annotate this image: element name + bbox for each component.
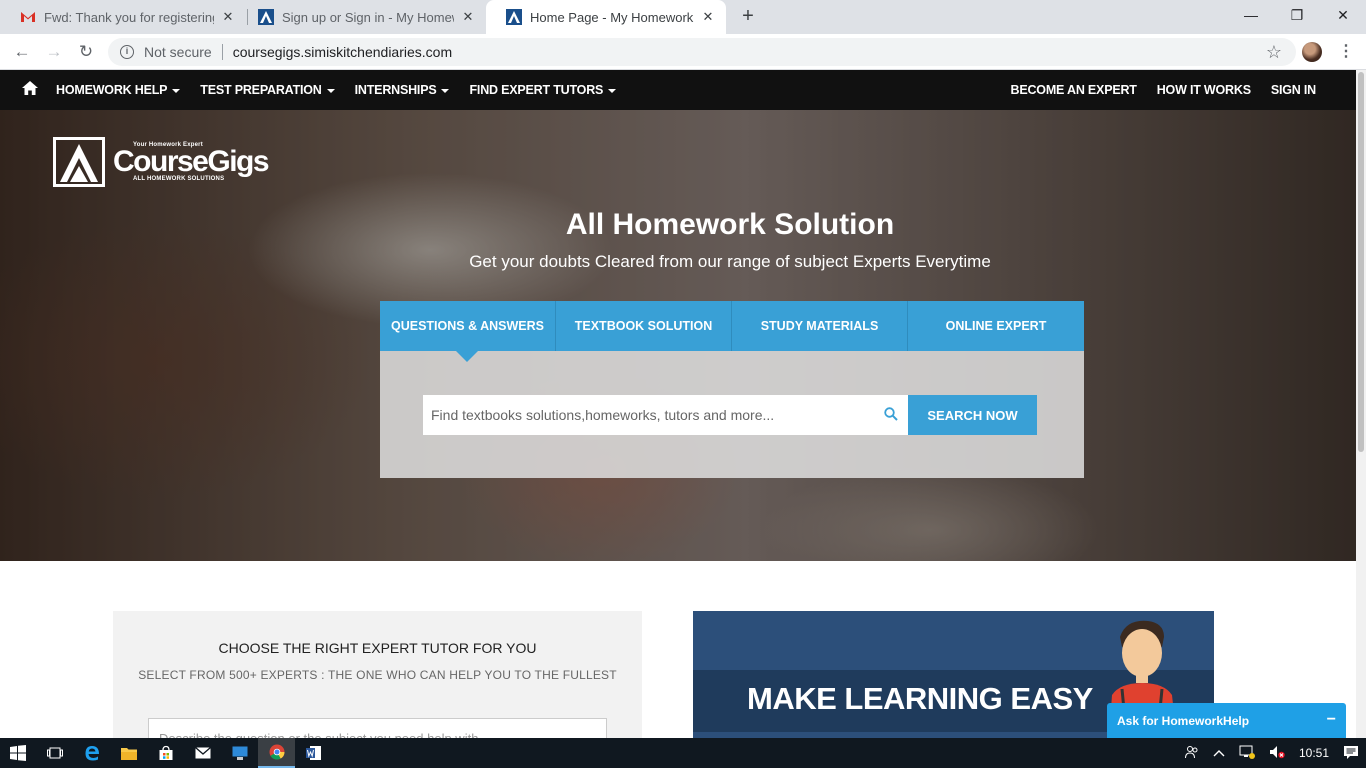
store-icon[interactable]	[147, 738, 184, 768]
close-tab-icon[interactable]: ✕	[460, 9, 476, 25]
nav-become-an-expert[interactable]: BECOME AN EXPERT	[1011, 83, 1137, 97]
tab-title: Home Page - My Homework Exp	[530, 9, 694, 25]
close-window-button[interactable]: ✕	[1320, 0, 1366, 30]
hero-title: All Homework Solution	[565, 208, 895, 241]
banner-text: MAKE LEARNING EASY	[747, 681, 1093, 716]
word-icon[interactable]	[295, 738, 332, 768]
remote-desktop-icon[interactable]	[221, 738, 258, 768]
address-bar[interactable]: i Not secure coursegigs.simiskitchendiar…	[108, 38, 1296, 66]
minimize-button[interactable]: —	[1228, 0, 1274, 30]
nav-test-preparation[interactable]: TEST PREPARATION	[200, 83, 335, 97]
nav-internships[interactable]: INTERNSHIPS	[355, 83, 450, 97]
clock-time[interactable]: 10:51	[1299, 746, 1329, 760]
security-label: Not secure	[144, 44, 212, 60]
task-view-icon[interactable]	[36, 738, 73, 768]
windows-start-icon[interactable]	[0, 738, 36, 768]
browser-tab-home[interactable]: Home Page - My Homework Exp ✕	[486, 0, 726, 34]
search-panel: Find textbooks solutions,homeworks, tuto…	[380, 351, 1084, 478]
page-scrollbar[interactable]	[1356, 70, 1366, 738]
hero-subtitle: Get your doubts Cleared from our range o…	[469, 252, 991, 271]
caret-down-icon	[172, 88, 181, 93]
volume-muted-icon[interactable]	[1269, 745, 1285, 762]
restore-button[interactable]: ❐	[1274, 0, 1320, 30]
chevron-up-icon[interactable]	[1213, 746, 1225, 760]
nav-sign-in[interactable]: SIGN IN	[1271, 83, 1316, 97]
search-icon[interactable]	[874, 406, 908, 424]
network-icon[interactable]	[1239, 745, 1255, 762]
logo-brand: CourseGigs	[113, 145, 270, 178]
system-tray: 10:51	[1178, 738, 1366, 768]
menu-kebab-icon[interactable]: ⋮	[1338, 42, 1354, 62]
notifications-icon[interactable]	[1343, 745, 1359, 762]
nav-find-expert-tutors[interactable]: FIND EXPERT TUTORS	[469, 83, 617, 97]
browser-tab-signup[interactable]: Sign up or Sign in - My Homewo ✕	[238, 0, 486, 34]
profile-avatar[interactable]	[1302, 42, 1322, 62]
windows-taskbar: 10:51	[0, 738, 1366, 768]
url-text[interactable]: coursegigs.simiskitchendiaries.com	[233, 44, 452, 60]
file-explorer-icon[interactable]	[110, 738, 147, 768]
tab-online-expert[interactable]: ONLINE EXPERT	[908, 301, 1084, 351]
tab-questions-answers[interactable]: QUESTIONS & ANSWERS	[380, 301, 556, 362]
edge-browser-icon[interactable]	[73, 738, 110, 768]
expert-tutor-box: CHOOSE THE RIGHT EXPERT TUTOR FOR YOU SE…	[113, 611, 642, 738]
site-navbar: HOMEWORK HELP TEST PREPARATION INTERNSHI…	[0, 70, 1356, 110]
hero-section: Your Homework Expert CourseGigs ALL HOME…	[0, 110, 1356, 561]
nav-right-group: BECOME AN EXPERT HOW IT WORKS SIGN IN	[991, 70, 1317, 110]
tab-title: Fwd: Thank you for registering as	[44, 9, 214, 25]
minimize-chat-icon[interactable]: −	[1327, 711, 1336, 729]
logo-mark-icon	[53, 137, 105, 187]
new-tab-button[interactable]: +	[738, 6, 758, 26]
search-now-button[interactable]: SEARCH NOW	[908, 395, 1037, 435]
bookmark-star-icon[interactable]: ☆	[1266, 42, 1282, 63]
info-icon[interactable]: i	[120, 45, 134, 59]
caret-down-icon	[608, 88, 617, 93]
question-textarea[interactable]: Describe the question or the subject you…	[148, 718, 607, 738]
tutor-heading: CHOOSE THE RIGHT EXPERT TUTOR FOR YOU	[218, 640, 537, 656]
coursegigs-icon	[506, 9, 522, 25]
browser-toolbar: ← → ↻ i Not secure coursegigs.simiskitch…	[0, 34, 1366, 70]
people-icon[interactable]	[1184, 745, 1199, 762]
tab-study-materials[interactable]: STUDY MATERIALS	[732, 301, 908, 351]
search-input[interactable]: Find textbooks solutions,homeworks, tuto…	[423, 395, 908, 435]
nav-homework-help[interactable]: HOMEWORK HELP	[56, 83, 181, 97]
back-arrow-icon[interactable]: ←	[12, 42, 32, 62]
close-tab-icon[interactable]: ✕	[220, 9, 236, 25]
browser-tabstrip: Fwd: Thank you for registering as ✕ Sign…	[0, 0, 1366, 34]
chat-label: Ask for HomeworkHelp	[1117, 713, 1250, 728]
search-category-tabs: QUESTIONS & ANSWERS TEXTBOOK SOLUTION ST…	[380, 301, 1084, 362]
caret-down-icon	[441, 88, 450, 93]
forward-arrow-icon[interactable]: →	[44, 42, 64, 62]
caret-down-icon	[326, 88, 335, 93]
chrome-taskbar-icon[interactable]	[258, 738, 295, 768]
mail-icon[interactable]	[184, 738, 221, 768]
omnibox-divider	[221, 44, 223, 60]
tab-title: Sign up or Sign in - My Homewo	[282, 9, 454, 25]
home-icon[interactable]	[22, 80, 56, 100]
scrollbar-thumb[interactable]	[1358, 72, 1364, 452]
logo-wordmark: Your Homework Expert CourseGigs ALL HOME…	[113, 142, 270, 182]
tutor-subheading: SELECT FROM 500+ EXPERTS : THE ONE WHO C…	[138, 668, 617, 682]
coursegigs-logo[interactable]: Your Homework Expert CourseGigs ALL HOME…	[53, 137, 270, 187]
chat-widget[interactable]: Ask for HomeworkHelp −	[1107, 703, 1346, 738]
close-tab-icon[interactable]: ✕	[700, 9, 716, 25]
web-page: HOMEWORK HELP TEST PREPARATION INTERNSHI…	[0, 70, 1356, 738]
search-placeholder: Find textbooks solutions,homeworks, tuto…	[431, 407, 775, 423]
browser-tab-gmail[interactable]: Fwd: Thank you for registering as ✕	[0, 0, 246, 34]
gmail-icon	[20, 9, 36, 25]
nav-how-it-works[interactable]: HOW IT WORKS	[1157, 83, 1251, 97]
reload-icon[interactable]: ↻	[76, 42, 96, 62]
tab-textbook-solution[interactable]: TEXTBOOK SOLUTION	[556, 301, 732, 351]
coursegigs-icon	[258, 9, 274, 25]
